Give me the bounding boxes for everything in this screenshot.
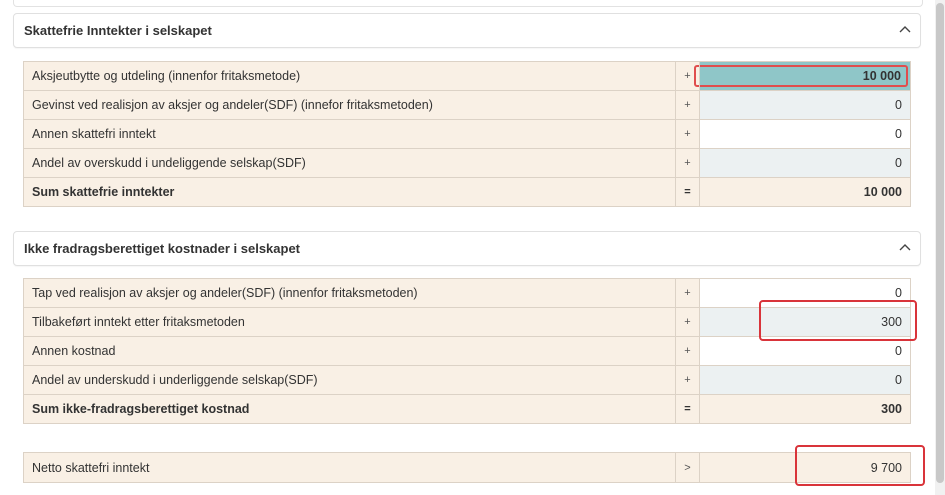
row-label: Tap ved realisjon av aksjer og andeler(S… bbox=[23, 278, 676, 308]
sum-label: Sum skattefrie inntekter bbox=[23, 177, 676, 207]
sum-value: 10 000 bbox=[699, 177, 911, 207]
netto-operator: > bbox=[675, 452, 700, 483]
row-label: Andel av underskudd i underliggende sels… bbox=[23, 365, 676, 395]
aksjeutbytte-input[interactable]: 10 000 bbox=[694, 61, 911, 91]
andel-underskudd-value: 0 bbox=[699, 365, 911, 395]
gevinst-value: 0 bbox=[699, 90, 911, 120]
table-row: Aksjeutbytte og utdeling (innenfor frita… bbox=[23, 61, 911, 91]
row-label: Tilbakeført inntekt etter fritaksmetoden bbox=[23, 307, 676, 337]
sum-operator: = bbox=[675, 394, 700, 424]
table-row: Annen skattefri inntekt + 0 bbox=[23, 119, 911, 149]
netto-table: Netto skattefri inntekt > 9 700 bbox=[23, 452, 911, 483]
row-label: Andel av overskudd i undeliggende selska… bbox=[23, 148, 676, 178]
sum-row: Sum skattefrie inntekter = 10 000 bbox=[23, 177, 911, 207]
section-title: Skattefrie Inntekter i selskapet bbox=[24, 23, 212, 38]
row-operator: + bbox=[675, 365, 700, 395]
sum-label: Sum ikke-fradragsberettiget kostnad bbox=[23, 394, 676, 424]
row-label: Gevinst ved realisjon av aksjer og andel… bbox=[23, 90, 676, 120]
table-row: Andel av underskudd i underliggende sels… bbox=[23, 365, 911, 395]
row-label: Aksjeutbytte og utdeling (innenfor frita… bbox=[23, 61, 676, 91]
row-operator: + bbox=[675, 336, 700, 366]
annen-skattefri-inntekt-input[interactable]: 0 bbox=[699, 119, 911, 149]
section-title: Ikke fradragsberettiget kostnader i sels… bbox=[24, 241, 301, 256]
row-operator: + bbox=[675, 148, 700, 178]
chevron-up-icon[interactable] bbox=[898, 22, 912, 36]
sum-row: Sum ikke-fradragsberettiget kostnad = 30… bbox=[23, 394, 911, 424]
netto-row: Netto skattefri inntekt > 9 700 bbox=[23, 452, 911, 483]
row-operator: + bbox=[675, 278, 700, 308]
row-operator: + bbox=[675, 119, 700, 149]
annotation-box-tilbakefort bbox=[759, 300, 917, 341]
scrollbar-track[interactable] bbox=[935, 0, 945, 495]
table-row: Gevinst ved realisjon av aksjer og andel… bbox=[23, 90, 911, 120]
sum-value: 300 bbox=[699, 394, 911, 424]
row-label: Annen skattefri inntekt bbox=[23, 119, 676, 149]
netto-label: Netto skattefri inntekt bbox=[23, 452, 676, 483]
annotation-box-netto bbox=[795, 445, 925, 486]
highlighted-value: 10 000 bbox=[694, 65, 908, 87]
section-header-skattefrie-inntekter[interactable]: Skattefrie Inntekter i selskapet bbox=[13, 13, 921, 48]
andel-overskudd-value: 0 bbox=[699, 148, 911, 178]
skattefrie-inntekter-table: Aksjeutbytte og utdeling (innenfor frita… bbox=[23, 61, 911, 207]
row-label: Annen kostnad bbox=[23, 336, 676, 366]
section-header-ikke-fradragsberettiget[interactable]: Ikke fradragsberettiget kostnader i sels… bbox=[13, 231, 921, 266]
chevron-up-icon[interactable] bbox=[898, 240, 912, 254]
row-operator: + bbox=[675, 90, 700, 120]
previous-section-edge bbox=[13, 0, 923, 7]
scrollbar-thumb[interactable] bbox=[936, 3, 944, 483]
row-operator: + bbox=[675, 307, 700, 337]
table-row: Andel av overskudd i undeliggende selska… bbox=[23, 148, 911, 178]
sum-operator: = bbox=[675, 177, 700, 207]
